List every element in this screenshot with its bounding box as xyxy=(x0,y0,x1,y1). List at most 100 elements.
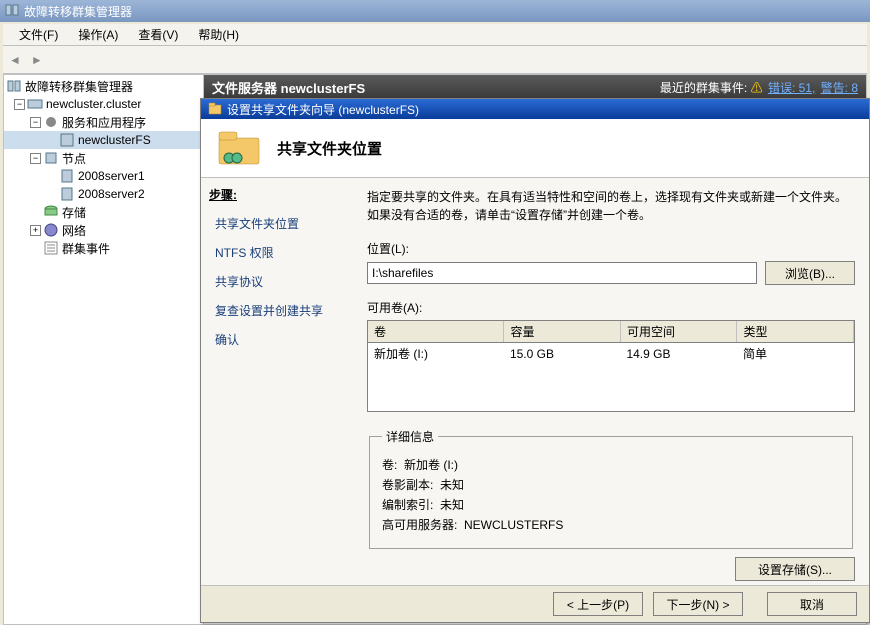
cell-volume: 新加卷 (I:) xyxy=(368,343,504,365)
detail-index: 编制索引: 未知 xyxy=(382,496,840,513)
toggle-icon[interactable]: − xyxy=(14,99,25,110)
right-title: 文件服务器 newclusterFS xyxy=(212,78,365,97)
detail-volume-value: 新加卷 (I:) xyxy=(404,458,458,472)
app-titlebar: 故障转移群集管理器 xyxy=(0,0,870,22)
steps-title: 步骤: xyxy=(209,186,361,203)
wizard-title: 设置共享文件夹向导 (newclusterFS) xyxy=(227,101,419,118)
server-icon xyxy=(59,186,75,202)
storage-icon xyxy=(43,204,59,220)
detail-ha-value: NEWCLUSTERFS xyxy=(464,518,563,532)
cluster-mgr-icon xyxy=(6,78,22,94)
events-icon xyxy=(43,240,59,256)
step-review[interactable]: 复查设置并创建共享 xyxy=(209,296,361,325)
tree-events[interactable]: 群集事件 xyxy=(4,239,203,257)
toggle-icon[interactable]: − xyxy=(30,153,41,164)
menu-help[interactable]: 帮助(H) xyxy=(188,24,249,45)
cancel-button[interactable]: 取消 xyxy=(767,592,857,616)
menu-file[interactable]: 文件(F) xyxy=(9,24,68,45)
location-label: 位置(L): xyxy=(367,240,855,257)
tree-cluster[interactable]: − newcluster.cluster xyxy=(4,95,203,113)
wizard-heading: 共享文件夹位置 xyxy=(277,138,382,159)
tree-events-label: 群集事件 xyxy=(62,240,110,257)
col-free[interactable]: 可用空间 xyxy=(620,321,737,343)
location-input[interactable] xyxy=(367,262,757,284)
cluster-icon xyxy=(27,96,43,112)
wizard-dialog: 设置共享文件夹向导 (newclusterFS) 共享文件夹位置 步骤: 共享文… xyxy=(200,98,870,623)
wizard-body: 步骤: 共享文件夹位置 NTFS 权限 共享协议 复查设置并创建共享 确认 指定… xyxy=(201,178,869,585)
tree-node2[interactable]: 2008server2 xyxy=(4,185,203,203)
storage-btn-row: 设置存储(S)... xyxy=(367,557,855,581)
toggle-icon[interactable]: + xyxy=(30,225,41,236)
tree-fs-label: newclusterFS xyxy=(78,133,151,147)
content-pane: 指定要共享的文件夹。在具有适当特性和空间的卷上，选择现有文件夹或新建一个文件夹。… xyxy=(361,178,869,585)
wizard-header: 共享文件夹位置 xyxy=(201,119,869,178)
recent-events: 最近的群集事件: ⚠ 错误: 51, 警告: 8 xyxy=(660,79,858,96)
detail-volume-label: 卷: xyxy=(382,458,397,472)
detail-ha: 高可用服务器: NEWCLUSTERFS xyxy=(382,516,840,533)
step-protocol[interactable]: 共享协议 xyxy=(209,267,361,296)
col-capacity[interactable]: 容量 xyxy=(504,321,621,343)
detail-shadow-label: 卷影副本: xyxy=(382,478,433,492)
tree-node2-label: 2008server2 xyxy=(78,187,145,201)
tree-node1[interactable]: 2008server1 xyxy=(4,167,203,185)
detail-shadow: 卷影副本: 未知 xyxy=(382,476,840,493)
app-title: 故障转移群集管理器 xyxy=(24,3,132,20)
tree-fs-instance[interactable]: newclusterFS xyxy=(4,131,203,149)
toggle-icon[interactable]: − xyxy=(30,117,41,128)
steps-pane: 步骤: 共享文件夹位置 NTFS 权限 共享协议 复查设置并创建共享 确认 xyxy=(201,178,361,585)
back-button[interactable]: < 上一步(P) xyxy=(553,592,643,616)
menu-action[interactable]: 操作(A) xyxy=(68,24,128,45)
browse-button[interactable]: 浏览(B)... xyxy=(765,261,855,285)
step-ntfs[interactable]: NTFS 权限 xyxy=(209,238,361,267)
tree-storage-label: 存储 xyxy=(62,204,86,221)
tree-cluster-label: newcluster.cluster xyxy=(46,97,141,111)
fileserver-icon xyxy=(59,132,75,148)
col-volume[interactable]: 卷 xyxy=(368,321,504,343)
volumes-label: 可用卷(A): xyxy=(367,299,855,316)
tree-services-label: 服务和应用程序 xyxy=(62,114,146,131)
tree-nodes[interactable]: − 节点 xyxy=(4,149,203,167)
description-text: 指定要共享的文件夹。在具有适当特性和空间的卷上，选择现有文件夹或新建一个文件夹。… xyxy=(367,188,855,224)
detail-index-label: 编制索引: xyxy=(382,498,433,512)
detail-ha-label: 高可用服务器: xyxy=(382,518,457,532)
menu-view[interactable]: 查看(V) xyxy=(128,24,188,45)
tree-nodes-label: 节点 xyxy=(62,150,86,167)
nav-fwd-icon[interactable]: ► xyxy=(31,53,43,67)
network-icon xyxy=(43,222,59,238)
tree-network-label: 网络 xyxy=(62,222,86,239)
events-label: 最近的群集事件: xyxy=(660,81,747,95)
col-type[interactable]: 类型 xyxy=(737,321,854,343)
nodes-icon xyxy=(43,150,59,166)
wizard-footer: < 上一步(P) 下一步(N) > 取消 xyxy=(201,585,869,622)
set-storage-button[interactable]: 设置存储(S)... xyxy=(735,557,855,581)
right-title-prefix: 文件服务器 xyxy=(212,81,277,96)
warnings-link[interactable]: 警告: 8 xyxy=(821,81,858,95)
nav-back-icon[interactable]: ◄ xyxy=(9,53,21,67)
table-header-row: 卷 容量 可用空间 类型 xyxy=(368,321,854,343)
location-row: 浏览(B)... xyxy=(367,261,855,285)
table-row[interactable]: 新加卷 (I:) 15.0 GB 14.9 GB 简单 xyxy=(368,343,854,365)
cell-free: 14.9 GB xyxy=(620,343,737,365)
tree-pane: 故障转移群集管理器 − newcluster.cluster − 服务和应用程序… xyxy=(4,75,204,624)
cell-type: 简单 xyxy=(737,343,854,365)
server-icon xyxy=(59,168,75,184)
tree-root[interactable]: 故障转移群集管理器 xyxy=(4,77,203,95)
volumes-table[interactable]: 卷 容量 可用空间 类型 新加卷 (I:) 15.0 GB 14.9 GB 简单 xyxy=(367,320,855,412)
errors-link[interactable]: 错误: 51, xyxy=(768,81,815,95)
tree-root-label: 故障转移群集管理器 xyxy=(25,78,133,95)
tree-node1-label: 2008server1 xyxy=(78,169,145,183)
cell-capacity: 15.0 GB xyxy=(504,343,621,365)
right-header: 文件服务器 newclusterFS 最近的群集事件: ⚠ 错误: 51, 警告… xyxy=(204,75,866,99)
services-icon xyxy=(43,114,59,130)
step-confirm[interactable]: 确认 xyxy=(209,325,361,354)
details-group: 详细信息 卷: 新加卷 (I:) 卷影副本: 未知 编制索引: 未知 高可用服务… xyxy=(369,428,853,549)
step-location[interactable]: 共享文件夹位置 xyxy=(209,209,361,238)
details-legend: 详细信息 xyxy=(382,428,438,445)
tree-network[interactable]: + 网络 xyxy=(4,221,203,239)
folder-share-icon xyxy=(215,128,263,168)
next-button[interactable]: 下一步(N) > xyxy=(653,592,743,616)
wizard-titlebar: 设置共享文件夹向导 (newclusterFS) xyxy=(201,99,869,119)
tree-storage[interactable]: 存储 xyxy=(4,203,203,221)
tree-services[interactable]: − 服务和应用程序 xyxy=(4,113,203,131)
right-title-name: newclusterFS xyxy=(281,81,366,96)
